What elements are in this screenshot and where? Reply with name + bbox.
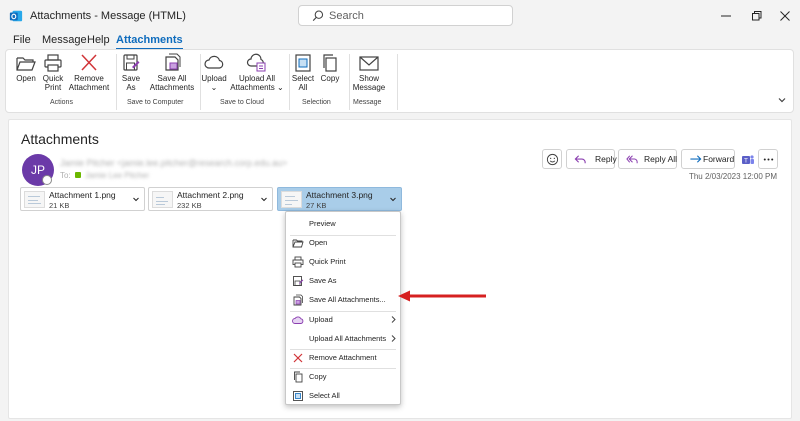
recipient-label: To: — [60, 171, 71, 180]
forward-button[interactable]: Forward — [681, 149, 735, 169]
chevron-down-icon[interactable] — [777, 95, 787, 105]
reply-all-icon — [626, 155, 638, 164]
printer-icon — [44, 54, 62, 72]
group-label-message: Message — [353, 99, 382, 106]
menu-item-select-all[interactable]: Select All — [286, 387, 400, 405]
menu-bar: File Message Help Attachments — [0, 32, 800, 50]
attachment-name: Attachment 3.png — [306, 190, 373, 200]
outlook-icon — [9, 10, 23, 22]
search-placeholder: Search — [329, 10, 364, 22]
attachment-thumbnail — [281, 191, 302, 208]
teams-icon: T — [742, 155, 754, 165]
remove-x-icon — [293, 353, 303, 363]
menu-item-copy[interactable]: Copy — [286, 368, 400, 386]
search-icon — [312, 10, 324, 22]
chevron-right-icon — [391, 316, 396, 323]
menu-item-open[interactable]: Open — [286, 234, 400, 252]
save-as-icon — [123, 54, 140, 71]
reply-all-button[interactable]: Reply All — [618, 149, 677, 169]
attachment-context-menu: Preview Open Quick Print Save As Save Al… — [285, 211, 401, 405]
save-all-icon — [293, 294, 303, 306]
emoji-icon — [546, 153, 559, 166]
recipient-status-dot — [74, 172, 81, 178]
recipient-line: To: Jamie Lee Pitcher — [60, 171, 149, 180]
tab-message[interactable]: Message — [42, 34, 87, 46]
chevron-right-icon — [391, 335, 396, 342]
cloud-upload-icon — [292, 316, 304, 324]
menu-item-upload[interactable]: Upload — [286, 311, 400, 329]
menu-item-preview[interactable]: Preview — [286, 215, 400, 233]
more-icon — [763, 158, 774, 161]
cloud-upload-all-icon — [246, 53, 266, 72]
copy-icon — [323, 54, 337, 72]
select-all-icon — [293, 391, 303, 401]
forward-icon — [690, 155, 702, 163]
chevron-down-icon[interactable] — [260, 195, 268, 203]
remove-x-icon — [81, 54, 97, 71]
attachment-card[interactable]: Attachment 2.png 232 KB — [148, 187, 273, 211]
attachment-card-selected[interactable]: Attachment 3.png 27 KB — [277, 187, 402, 211]
close-icon[interactable] — [777, 8, 793, 24]
show-message-button[interactable]: Show Message — [346, 53, 392, 92]
ribbon: Open Quick Print Remove Attachment Actio… — [5, 49, 794, 113]
remove-attachment-button[interactable]: Remove Attachment — [65, 53, 113, 92]
cloud-upload-icon — [204, 55, 224, 69]
attachment-thumbnail — [152, 191, 173, 208]
envelope-icon — [359, 56, 379, 71]
ribbon-separator — [397, 54, 398, 110]
group-label-save-to-computer: Save to Computer — [127, 99, 184, 106]
presence-status-icon — [42, 175, 52, 185]
window-title: Attachments - Message (HTML) — [30, 10, 186, 22]
save-all-attachments-button[interactable]: Save All Attachments — [146, 53, 198, 92]
group-label-actions: Actions — [50, 99, 73, 106]
group-label-save-to-cloud: Save to Cloud — [220, 99, 264, 106]
printer-icon — [292, 256, 304, 268]
annotation-arrow — [398, 290, 486, 302]
title-bar: Attachments - Message (HTML) Search — [0, 0, 800, 32]
menu-item-upload-all-attachments[interactable]: Upload All Attachments — [286, 330, 400, 348]
reply-icon — [574, 155, 586, 164]
restore-icon[interactable] — [748, 8, 764, 24]
attachment-size: 21 KB — [49, 201, 70, 210]
group-label-selection: Selection — [302, 99, 331, 106]
attachment-name: Attachment 1.png — [49, 190, 116, 200]
attachment-size: 27 KB — [306, 201, 327, 210]
tab-attachments[interactable]: Attachments — [116, 34, 183, 50]
menu-item-quick-print[interactable]: Quick Print — [286, 253, 400, 271]
svg-text:T: T — [743, 158, 748, 165]
tab-help[interactable]: Help — [87, 34, 110, 46]
attachment-size: 232 KB — [177, 201, 202, 210]
more-options-button[interactable] — [758, 149, 778, 169]
emoji-button[interactable] — [542, 149, 562, 169]
search-input[interactable]: Search — [298, 5, 513, 26]
menu-item-save-as[interactable]: Save As — [286, 272, 400, 290]
folder-open-icon — [292, 239, 304, 248]
attachment-thumbnail — [24, 191, 45, 208]
page-title: Attachments — [21, 131, 99, 147]
message-date: Thu 2/03/2023 12:00 PM — [688, 172, 777, 181]
teams-button[interactable]: T — [739, 149, 755, 169]
reply-button[interactable]: Reply — [566, 149, 617, 169]
chevron-down-icon[interactable] — [132, 195, 140, 203]
menu-item-save-all-attachments[interactable]: Save All Attachments... — [286, 291, 400, 309]
recipient-name[interactable]: Jamie Lee Pitcher — [85, 171, 149, 180]
attachment-name: Attachment 2.png — [177, 190, 244, 200]
attachment-card[interactable]: Attachment 1.png 21 KB — [20, 187, 145, 211]
chevron-down-icon[interactable] — [389, 195, 397, 203]
save-as-icon — [293, 276, 304, 286]
upload-all-attachments-button[interactable]: Upload All Attachments ⌄ — [228, 53, 286, 92]
sender-name[interactable]: Jamie Pitcher <jamie.lee.pitcher@researc… — [60, 158, 287, 168]
save-all-icon — [165, 53, 181, 71]
menu-item-remove-attachment[interactable]: Remove Attachment — [286, 349, 400, 367]
copy-icon — [294, 371, 303, 383]
minimize-icon[interactable] — [718, 8, 734, 24]
tab-file[interactable]: File — [13, 34, 31, 46]
